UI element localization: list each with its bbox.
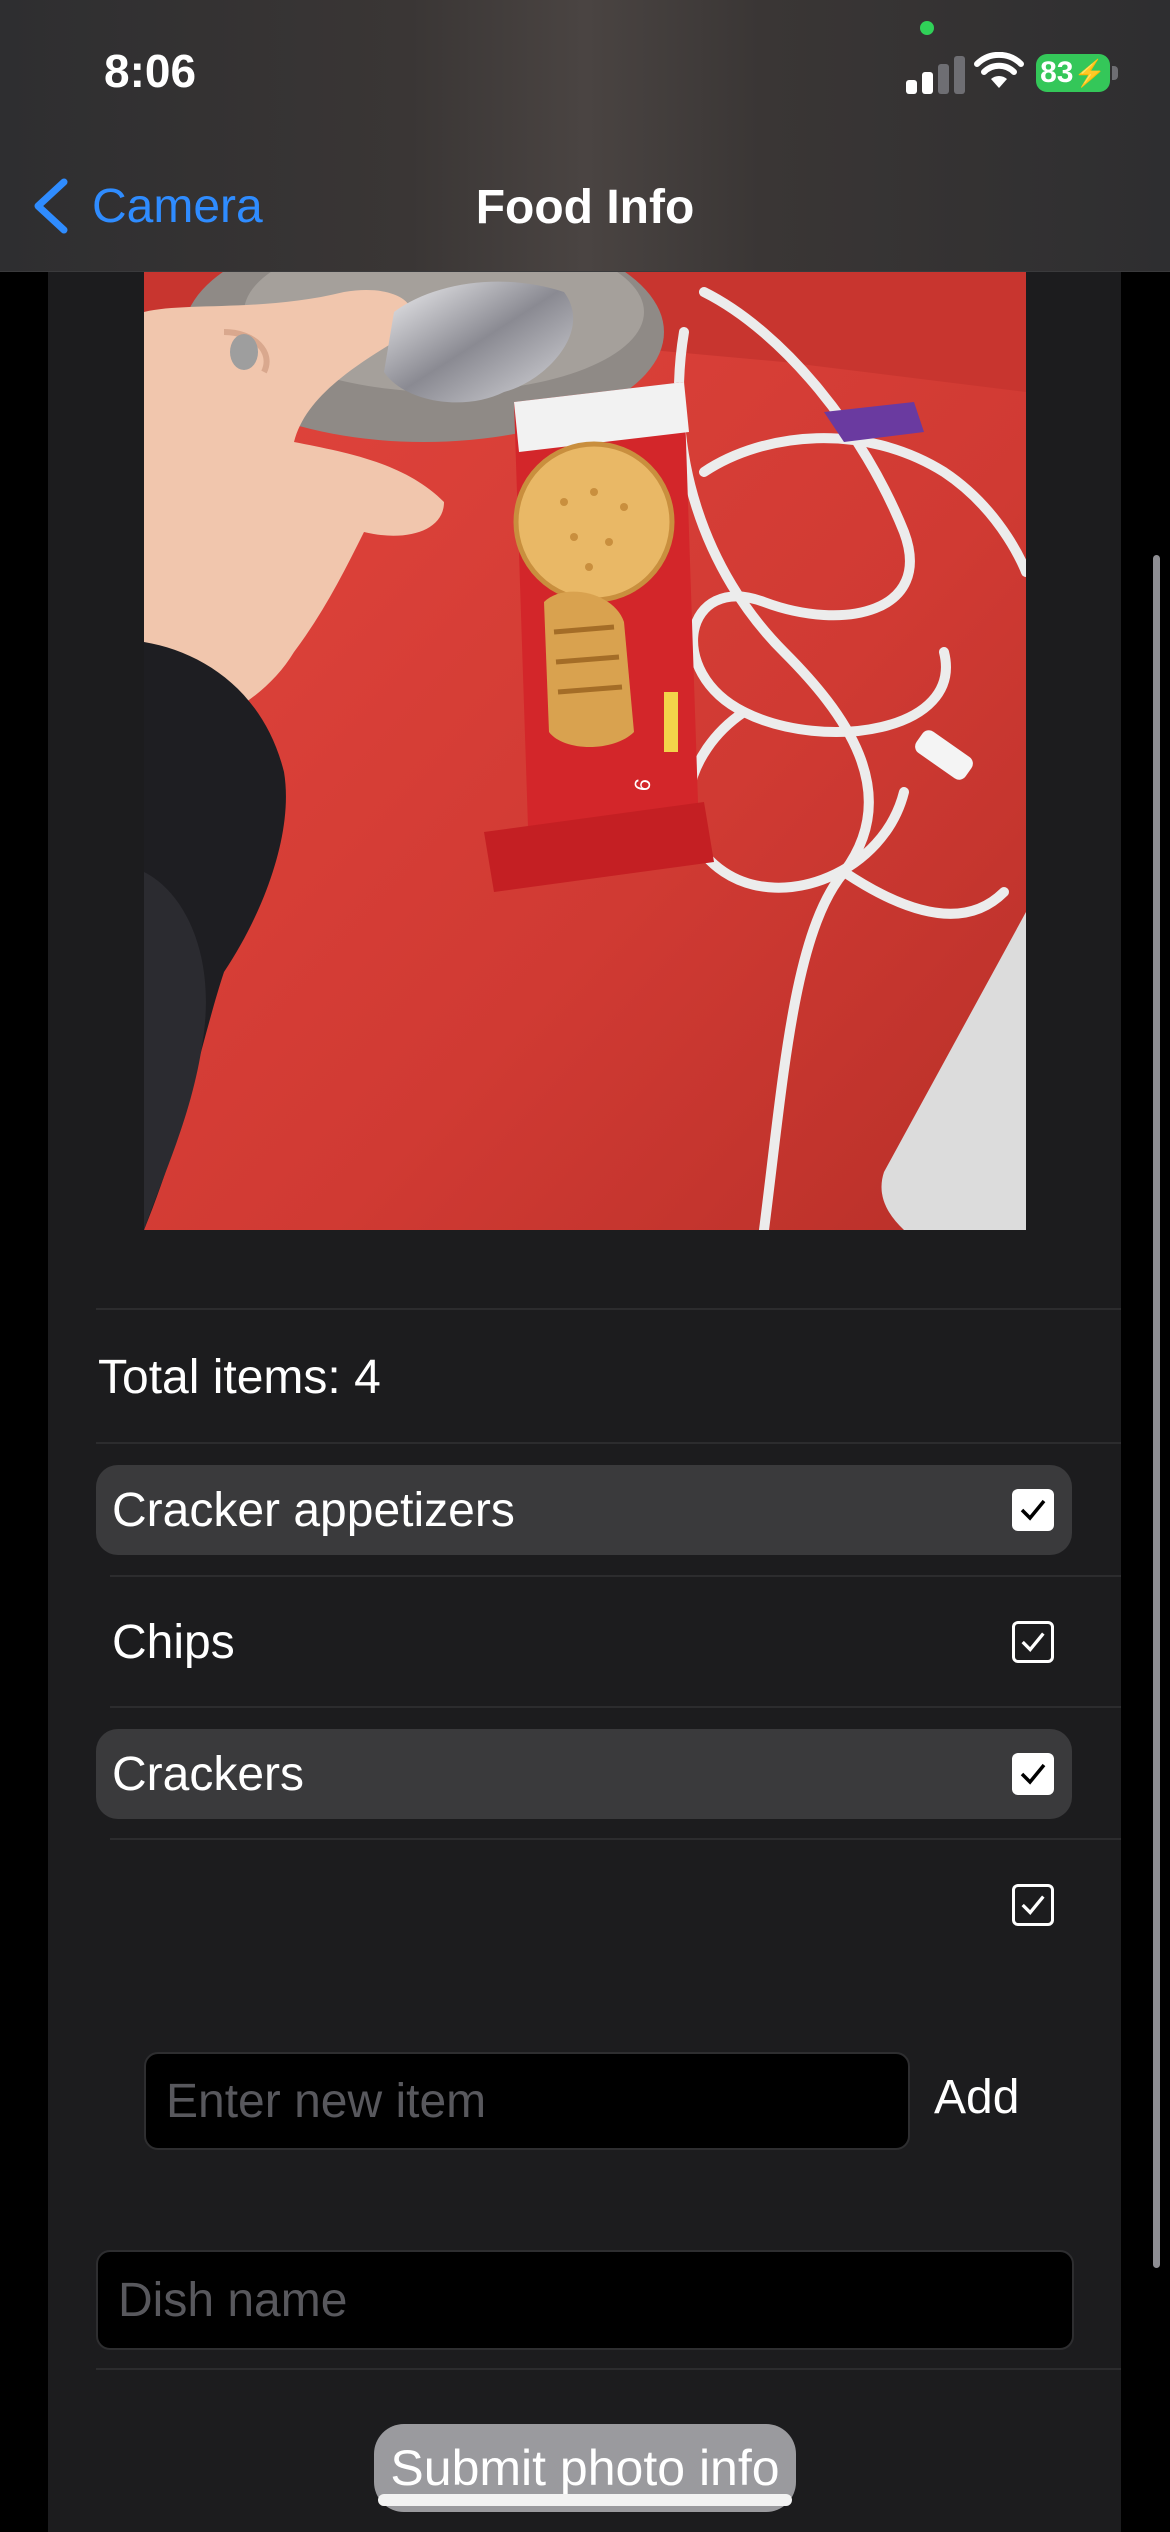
navigation-header: 8:06 83 ⚡ Camera Food Info [0, 0, 1170, 272]
checkbox-icon[interactable] [1012, 1489, 1054, 1531]
new-item-input[interactable] [146, 2054, 908, 2148]
battery-nub [1112, 66, 1118, 80]
signal-icon [906, 56, 968, 94]
checkbox-icon[interactable] [1012, 1884, 1054, 1926]
dish-name-field[interactable] [96, 2250, 1074, 2350]
header-divider [0, 271, 1170, 272]
checkbox-icon[interactable] [1012, 1753, 1054, 1795]
camera-indicator-icon [920, 21, 934, 35]
food-item-row[interactable]: Chips [96, 1597, 1072, 1687]
food-item-row[interactable]: Crackers [96, 1729, 1072, 1819]
scrollbar[interactable] [1153, 555, 1160, 2268]
battery-icon: 83 ⚡ [1036, 54, 1110, 92]
food-item-row[interactable]: Cracker appetizers [96, 1465, 1072, 1555]
divider [110, 1575, 1121, 1577]
food-photo: 6 [144, 272, 1026, 1230]
divider [110, 1706, 1121, 1708]
divider [110, 1838, 1121, 1840]
new-item-field[interactable] [144, 2052, 910, 2150]
divider [96, 1308, 1121, 1310]
food-item-label: Cracker appetizers [112, 1483, 515, 1537]
wifi-icon [974, 51, 1024, 95]
divider [96, 2368, 1121, 2370]
page-title: Food Info [475, 181, 695, 234]
battery-level: 83 [1040, 56, 1074, 89]
food-item-label: Chips [112, 1615, 235, 1669]
divider [96, 1442, 1121, 1444]
charging-bolt-icon: ⚡ [1073, 57, 1106, 88]
total-items-label: Total items: 4 [98, 1351, 381, 1404]
status-time: 8:06 [104, 45, 197, 97]
home-indicator [378, 2494, 792, 2506]
checkbox-icon[interactable] [1012, 1621, 1054, 1663]
food-item-row[interactable] [96, 1860, 1072, 1950]
food-item-label: Crackers [112, 1747, 305, 1801]
dish-name-input[interactable] [98, 2252, 1072, 2348]
add-item-button[interactable]: Add [934, 2070, 1019, 2125]
